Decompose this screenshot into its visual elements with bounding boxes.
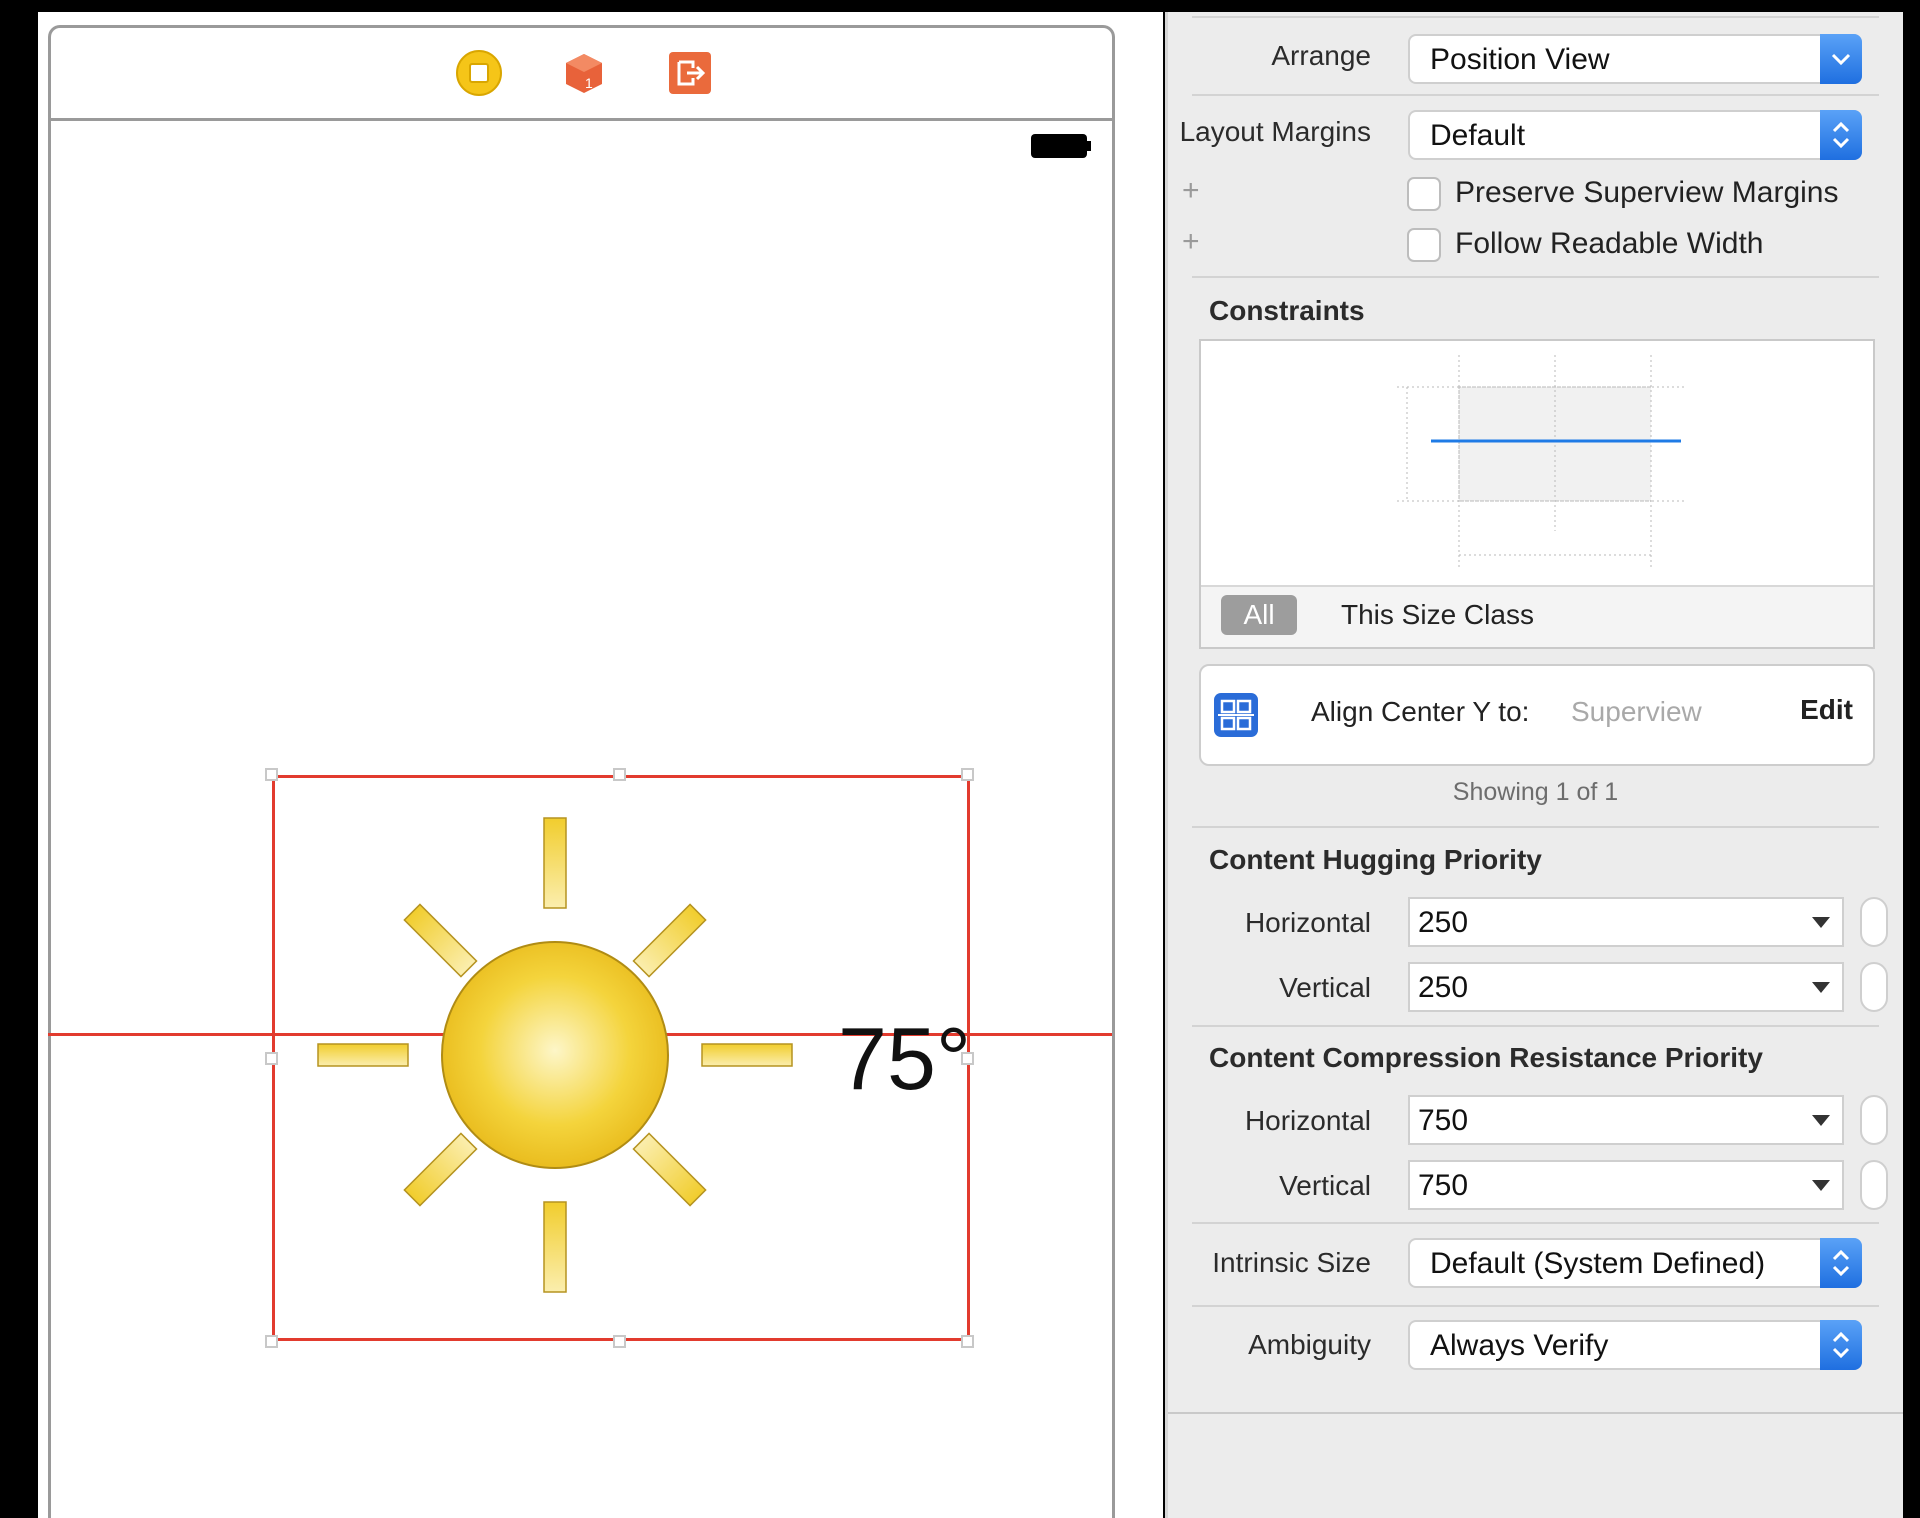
chevron-down-icon: [1820, 34, 1862, 84]
compression-vertical-value: 750: [1418, 1169, 1469, 1202]
add-variation-icon[interactable]: +: [1182, 225, 1200, 259]
hugging-horizontal-label: Horizontal: [1244, 907, 1371, 938]
edit-constraint-button[interactable]: Edit: [1800, 694, 1853, 726]
constraints-diagram: All This Size Class: [1199, 339, 1875, 649]
ambiguity-value: Always Verify: [1430, 1329, 1609, 1362]
arrange-label: Arrange: [1271, 40, 1371, 71]
hugging-vertical-value: 250: [1418, 971, 1469, 1004]
constraints-count: Showing 1 of 1: [1452, 778, 1619, 806]
resize-handle[interactable]: [613, 1335, 626, 1348]
stepper-arrows-icon: [1820, 110, 1862, 160]
constraint-item[interactable]: Align Center Y to: Superview Edit: [1199, 664, 1875, 766]
layout-margins-value: Default: [1430, 119, 1526, 152]
compression-vertical-stepper[interactable]: [1860, 1160, 1888, 1210]
first-responder-icon[interactable]: 1: [561, 50, 607, 96]
layout-margins-popup[interactable]: Default: [1408, 110, 1862, 160]
align-center-y-icon: [1214, 693, 1258, 737]
compression-vertical-label: Vertical: [1279, 1170, 1371, 1201]
hugging-vertical-label: Vertical: [1279, 972, 1371, 1003]
size-class-bar: All This Size Class: [1201, 585, 1873, 647]
compression-horizontal-field[interactable]: 750: [1408, 1095, 1844, 1145]
add-variation-icon[interactable]: +: [1182, 174, 1200, 208]
resize-handle[interactable]: [961, 768, 974, 781]
compression-vertical-field[interactable]: 750: [1408, 1160, 1844, 1210]
arrange-value: Position View: [1430, 43, 1610, 76]
hugging-horizontal-value: 250: [1418, 906, 1469, 939]
ambiguity-label: Ambiguity: [1248, 1329, 1371, 1360]
ambiguity-popup[interactable]: Always Verify: [1408, 1320, 1862, 1370]
hugging-horizontal-field[interactable]: 250: [1408, 897, 1844, 947]
scene-dock: 1: [51, 28, 1112, 121]
view-controller-icon[interactable]: [456, 50, 502, 96]
resize-handle[interactable]: [265, 1335, 278, 1348]
svg-text:1: 1: [585, 75, 593, 91]
compression-horizontal-stepper[interactable]: [1860, 1095, 1888, 1145]
compression-horizontal-label: Horizontal: [1244, 1105, 1371, 1136]
hugging-vertical-stepper[interactable]: [1860, 962, 1888, 1012]
resize-handle[interactable]: [613, 768, 626, 781]
intrinsic-size-popup[interactable]: Default (System Defined): [1408, 1238, 1862, 1288]
exit-icon[interactable]: [667, 50, 713, 96]
layout-margins-label: Layout Margins: [1179, 116, 1371, 147]
arrange-popup[interactable]: Position View: [1408, 34, 1862, 84]
constraint-diagram-graphic: [1397, 355, 1687, 567]
hugging-vertical-field[interactable]: 250: [1408, 962, 1844, 1012]
dropdown-arrow-icon[interactable]: [1812, 982, 1830, 993]
follow-readable-width-label: Follow Readable Width: [1455, 227, 1764, 260]
this-size-class-button[interactable]: This Size Class: [1341, 599, 1534, 631]
resize-handle[interactable]: [265, 1052, 278, 1065]
constraints-heading: Constraints: [1209, 295, 1365, 326]
resize-handle[interactable]: [265, 768, 278, 781]
dropdown-arrow-icon[interactable]: [1812, 917, 1830, 928]
constraint-description: Align Center Y to:: [1311, 696, 1530, 727]
sun-image[interactable]: [310, 812, 810, 1312]
constraint-target: Superview: [1571, 696, 1702, 727]
dropdown-arrow-icon[interactable]: [1812, 1180, 1830, 1191]
content-hugging-heading: Content Hugging Priority: [1209, 844, 1542, 875]
all-size-classes-button[interactable]: All: [1221, 595, 1297, 635]
intrinsic-size-value: Default (System Defined): [1430, 1247, 1766, 1280]
intrinsic-size-label: Intrinsic Size: [1212, 1247, 1371, 1278]
temperature-label[interactable]: 75°: [838, 1015, 971, 1103]
stepper-arrows-icon: [1820, 1320, 1862, 1370]
battery-icon: [1031, 134, 1091, 158]
preserve-superview-margins-checkbox[interactable]: [1407, 177, 1441, 211]
compression-resistance-heading: Content Compression Resistance Priority: [1209, 1042, 1763, 1073]
compression-horizontal-value: 750: [1418, 1104, 1469, 1137]
stepper-arrows-icon: [1820, 1238, 1862, 1288]
size-inspector: Arrange Position View Layout Margins Def…: [1165, 12, 1903, 1518]
resize-handle[interactable]: [961, 1335, 974, 1348]
preserve-superview-margins-label: Preserve Superview Margins: [1455, 176, 1839, 209]
dropdown-arrow-icon[interactable]: [1812, 1115, 1830, 1126]
hugging-horizontal-stepper[interactable]: [1860, 897, 1888, 947]
follow-readable-width-checkbox[interactable]: [1407, 228, 1441, 262]
